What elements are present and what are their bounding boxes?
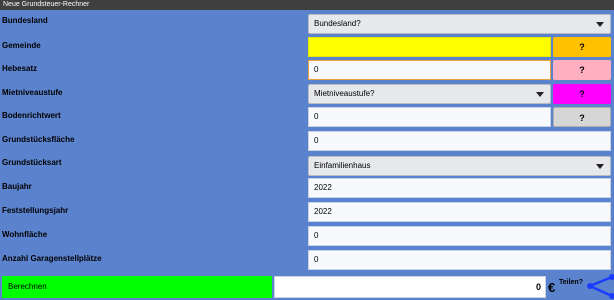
hebesatz-input[interactable]: 0: [308, 60, 551, 80]
chevron-down-icon: [536, 92, 544, 97]
gemeinde-input[interactable]: [308, 37, 551, 57]
calculate-button[interactable]: Berechnen: [2, 276, 272, 298]
baujahr-input[interactable]: 2022: [308, 178, 611, 198]
wohnflaeche-input[interactable]: 0: [308, 226, 611, 246]
grundstuecksflaeche-label: Grundstücksfläche: [2, 135, 75, 144]
bodenrichtwert-help-button[interactable]: ?: [553, 107, 611, 127]
bundesland-value: Bundesland?: [314, 19, 361, 28]
bodenrichtwert-input[interactable]: 0: [308, 107, 551, 127]
mietniveau-select[interactable]: Mietniveaustufe?: [308, 84, 551, 104]
bodenrichtwert-label: Bodenrichtwert: [2, 111, 61, 120]
result-field: 0: [274, 276, 546, 298]
bundesland-select[interactable]: Bundesland?: [308, 14, 611, 34]
window-title: Neue Grundsteuer-Rechner: [0, 0, 614, 10]
gemeinde-help-button[interactable]: ?: [553, 37, 611, 57]
share-icon[interactable]: [584, 274, 614, 300]
baujahr-label: Baujahr: [2, 182, 32, 191]
grundstuecksart-value: Einfamilienhaus: [314, 161, 371, 170]
chevron-down-icon: [596, 164, 604, 169]
grundstuecksflaeche-input[interactable]: 0: [308, 131, 611, 151]
euro-symbol: €: [548, 280, 556, 295]
mietniveau-label: Mietniveaustufe: [2, 88, 63, 97]
feststellungsjahr-label: Feststellungsjahr: [2, 206, 69, 215]
mietniveau-value: Mietniveaustufe?: [314, 89, 375, 98]
share-label: Teilen?: [559, 279, 583, 286]
wohnflaeche-label: Wohnfläche: [2, 230, 48, 239]
feststellungsjahr-input[interactable]: 2022: [308, 202, 611, 222]
garagen-label: Anzahl Garagenstellplätze: [2, 254, 102, 263]
garagen-input[interactable]: 0: [308, 250, 611, 270]
hebesatz-label: Hebesatz: [2, 64, 38, 73]
chevron-down-icon: [596, 22, 604, 27]
calculate-button-label: Berechnen: [8, 282, 47, 291]
gemeinde-label: Gemeinde: [2, 41, 41, 50]
grundstuecksart-label: Grundstücksart: [2, 158, 62, 167]
bundesland-label: Bundesland: [2, 16, 48, 25]
mietniveau-help-button[interactable]: ?: [553, 84, 611, 104]
grundstuecksart-select[interactable]: Einfamilienhaus: [308, 156, 611, 176]
hebesatz-help-button[interactable]: ?: [553, 60, 611, 80]
